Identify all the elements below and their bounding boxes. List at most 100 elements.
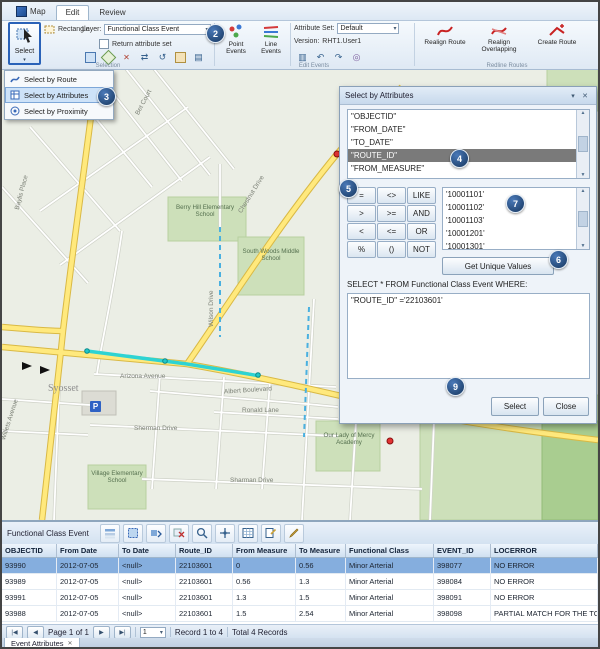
- tab-review[interactable]: Review: [89, 5, 135, 20]
- return-attribute-set-checkbox[interactable]: Return attribute set: [99, 39, 172, 49]
- operator-percent-button[interactable]: %: [347, 241, 376, 258]
- create-route-label: Create Route: [537, 39, 577, 46]
- cell: <null>: [119, 558, 176, 573]
- field-item[interactable]: "TO_DATE": [348, 136, 589, 149]
- realign-route-button[interactable]: Realign Route: [420, 23, 470, 64]
- column-header-event-id[interactable]: EVENT_ID: [434, 544, 491, 557]
- record-total-indicator: Total 4 Records: [232, 628, 288, 637]
- pager-separator: [135, 627, 136, 637]
- column-header-from-date[interactable]: From Date: [57, 544, 119, 557]
- table-row[interactable]: 93991 2012-07-05 <null> 22103601 1.3 1.5…: [2, 590, 598, 606]
- select-records-icon[interactable]: [123, 524, 143, 543]
- map-school-label: Village Elementary School: [90, 471, 144, 485]
- scroll-up-icon[interactable]: ▲: [581, 188, 586, 194]
- pan-to-selected-icon[interactable]: [215, 524, 235, 543]
- zoom-to-selected-icon[interactable]: [192, 524, 212, 543]
- attribute-set-combobox[interactable]: Default ▾: [337, 23, 399, 34]
- cell: 93989: [2, 574, 57, 589]
- operator-and-button[interactable]: AND: [407, 205, 436, 222]
- table-row[interactable]: 93989 2012-07-05 <null> 22103601 0.56 1.…: [2, 574, 598, 590]
- value-item[interactable]: '10001201': [443, 227, 589, 240]
- select-tool-button[interactable]: Select ▾: [8, 22, 41, 65]
- table-row[interactable]: 93990 2012-07-05 <null> 22103601 0 0.56 …: [2, 558, 598, 574]
- layer-label: Layer:: [82, 26, 101, 33]
- callout-3: 3: [97, 87, 116, 106]
- value-item[interactable]: '10001103': [443, 214, 589, 227]
- edit-events-group-label: Edit Events: [218, 63, 410, 69]
- next-page-button[interactable]: ▶: [93, 626, 110, 639]
- menu-item-select-by-route[interactable]: Select by Route: [5, 71, 113, 87]
- scroll-up-icon[interactable]: ▲: [581, 110, 586, 116]
- dialog-close-icon[interactable]: ✕: [579, 92, 591, 100]
- operator-not-equals-button[interactable]: <>: [377, 187, 406, 204]
- switch-selection-icon[interactable]: [146, 524, 166, 543]
- column-header-functional-class[interactable]: Functional Class: [346, 544, 434, 557]
- last-page-button[interactable]: ▶|: [114, 626, 131, 639]
- values-scrollbar[interactable]: ▲ ▼: [576, 188, 589, 249]
- column-header-to-date[interactable]: To Date: [119, 544, 176, 557]
- page-size-value: 1: [143, 629, 147, 636]
- record-range-indicator: Record 1 to 4: [175, 628, 223, 637]
- scrollbar-thumb[interactable]: [578, 211, 588, 227]
- dialog-title-bar[interactable]: Select by Attributes ▾ ✕: [340, 87, 596, 105]
- operator-less-button[interactable]: <: [347, 223, 376, 240]
- fields-scrollbar[interactable]: ▲ ▼: [576, 110, 589, 178]
- dialog-select-button[interactable]: Select: [491, 397, 539, 416]
- where-clause-textarea[interactable]: "ROUTE_ID" ='22103601': [347, 293, 590, 379]
- data-grid-icon[interactable]: [238, 524, 258, 543]
- operator-not-button[interactable]: NOT: [407, 241, 436, 258]
- previous-page-button[interactable]: ◀: [27, 626, 44, 639]
- scroll-down-icon[interactable]: ▼: [581, 243, 586, 249]
- column-header-from-measure[interactable]: From Measure: [233, 544, 296, 557]
- cell: 398098: [434, 606, 491, 621]
- table-header-row[interactable]: OBJECTID From Date To Date Route_ID From…: [2, 544, 598, 558]
- line-events-button[interactable]: Line Events: [253, 22, 289, 67]
- operator-greater-equal-button[interactable]: >=: [377, 205, 406, 222]
- cell: 2012-07-05: [57, 590, 119, 605]
- tab-edit[interactable]: Edit: [56, 5, 90, 20]
- dialog-dropdown-icon[interactable]: ▾: [567, 92, 579, 100]
- edit-records-icon[interactable]: [284, 524, 304, 543]
- layer-list-icon[interactable]: [100, 524, 120, 543]
- operator-parentheses-button[interactable]: (): [377, 241, 406, 258]
- line-events-icon: [262, 23, 280, 41]
- column-header-to-measure[interactable]: To Measure: [296, 544, 346, 557]
- application-window: Map Edit Review Select ▾ Rectangle Layer…: [0, 0, 600, 649]
- cell: 93991: [2, 590, 57, 605]
- value-item[interactable]: '10001301': [443, 240, 589, 250]
- tab-close-icon[interactable]: ✕: [68, 640, 73, 647]
- first-page-button[interactable]: |◀: [6, 626, 23, 639]
- field-item[interactable]: "FROM_DATE": [348, 123, 589, 136]
- operator-or-button[interactable]: OR: [407, 223, 436, 240]
- operator-like-button[interactable]: LIKE: [407, 187, 436, 204]
- tab-map[interactable]: Map: [6, 3, 56, 20]
- where-clause-text: "ROUTE_ID" ='22103601': [351, 296, 443, 305]
- page-size-combobox[interactable]: 1 ▾: [140, 627, 166, 638]
- operator-greater-button[interactable]: >: [347, 205, 376, 222]
- menu-item-select-by-proximity[interactable]: Select by Proximity: [5, 103, 113, 119]
- cell: 93990: [2, 558, 57, 573]
- callout-5: 5: [339, 179, 358, 198]
- table-row[interactable]: 93988 2012-07-05 <null> 22103601 1.5 2.5…: [2, 606, 598, 622]
- scroll-down-icon[interactable]: ▼: [581, 172, 586, 178]
- redline-routes-group-label: Redline Routes: [418, 63, 596, 69]
- field-item[interactable]: "FROM_MEASURE": [348, 162, 589, 175]
- column-header-route-id[interactable]: Route_ID: [176, 544, 233, 557]
- select-by-route-icon: [10, 74, 20, 84]
- scrollbar-thumb[interactable]: [578, 136, 588, 152]
- attribute-table: OBJECTID From Date To Date Route_ID From…: [2, 544, 598, 622]
- clear-selection-icon[interactable]: [169, 524, 189, 543]
- field-item[interactable]: "OBJECTID": [348, 110, 589, 123]
- column-header-objectid[interactable]: OBJECTID: [2, 544, 57, 557]
- create-route-button[interactable]: Create Route: [532, 23, 582, 64]
- realign-overlapping-button[interactable]: Realign Overlapping: [474, 23, 524, 64]
- column-header-locerror[interactable]: LOCERROR: [491, 544, 598, 557]
- layer-combobox[interactable]: Functional Class Event ▾: [104, 24, 211, 35]
- dialog-close-button[interactable]: Close: [543, 397, 589, 416]
- map-school-label: Berry Hill Elementary School: [172, 205, 238, 219]
- get-unique-values-button[interactable]: Get Unique Values: [442, 257, 554, 275]
- fields-listbox[interactable]: "OBJECTID" "FROM_DATE" "TO_DATE" "ROUTE_…: [347, 109, 590, 179]
- operator-less-equal-button[interactable]: <=: [377, 223, 406, 240]
- tab-event-attributes[interactable]: Event Attributes ✕: [4, 638, 80, 649]
- field-calculator-icon[interactable]: [261, 524, 281, 543]
